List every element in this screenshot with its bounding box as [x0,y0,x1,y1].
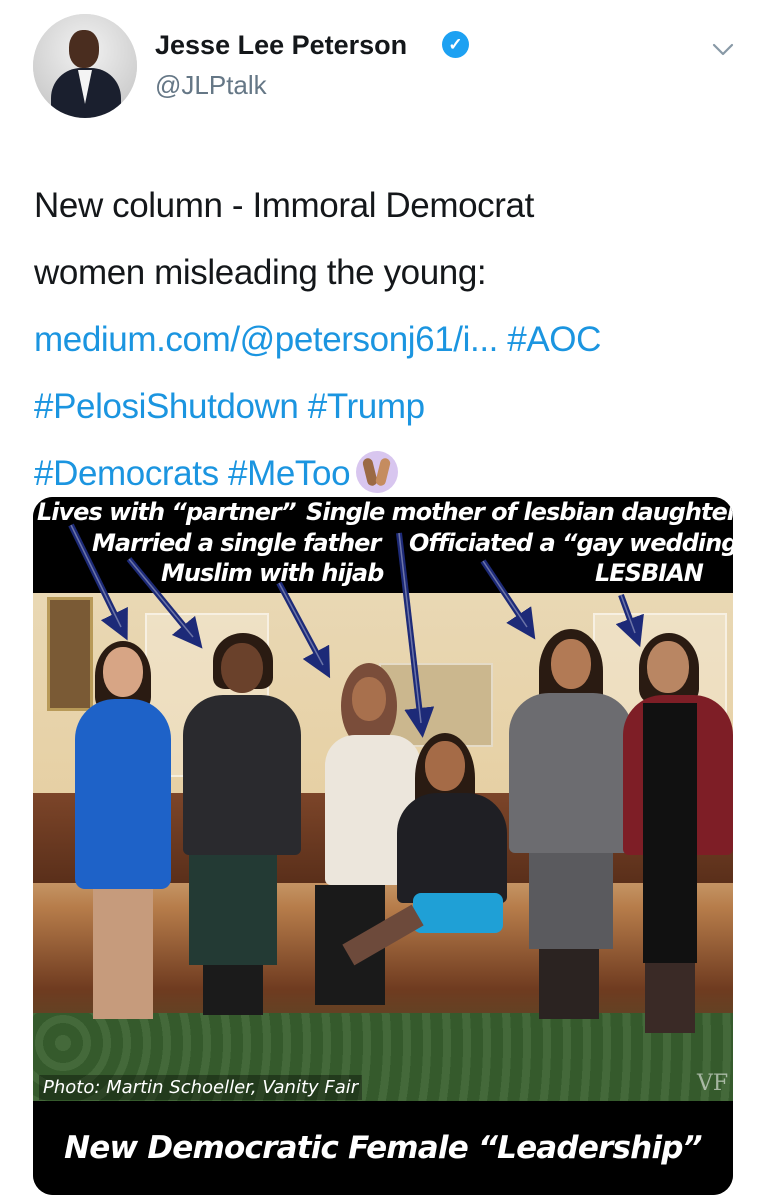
tweet-text-line: New column - Immoral Democrat [34,186,534,225]
tweet-header: Jesse Lee Peterson ✓ @JLPtalk [0,0,765,140]
user-handle[interactable]: @JLPtalk [155,70,267,101]
hashtag-aoc[interactable]: #AOC [507,320,601,359]
raised-hands-emoji [356,451,399,493]
image-banner: New Democratic Female “Leadership” [33,1101,733,1195]
chevron-down-icon[interactable] [712,38,734,60]
tweet-text-line: women misleading the young: [34,253,487,292]
tweet-text: New column - Immoral Democrat women misl… [34,172,734,507]
photo-credit: Photo: Martin Schoeller, Vanity Fair [39,1075,363,1100]
vf-watermark: VF [697,1071,729,1096]
verified-badge-icon: ✓ [442,31,469,58]
hashtag-trump[interactable]: #Trump [308,387,425,426]
hashtag-metoo[interactable]: #MeToo [228,454,351,493]
tweet-media-image[interactable]: Lives with “partner” Single mother of le… [33,497,733,1195]
display-name[interactable]: Jesse Lee Peterson [155,30,407,61]
article-link[interactable]: medium.com/@petersonj61/i... [34,320,498,359]
hashtag-pelosishutdown[interactable]: #PelosiShutdown [34,387,299,426]
hashtag-democrats[interactable]: #Democrats [34,454,219,493]
avatar[interactable] [33,14,137,118]
